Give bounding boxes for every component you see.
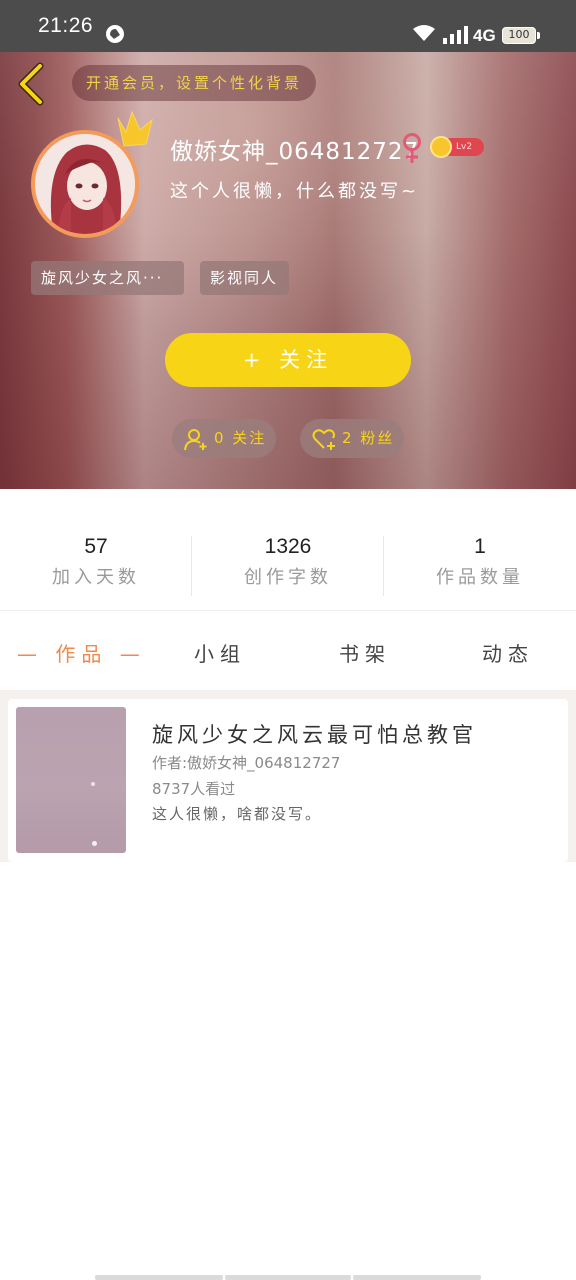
stat-value: 1 [474,535,486,558]
tag-item[interactable]: 影视同人 [200,261,289,295]
stat-label: 作品数量 [436,567,524,588]
work-cover-image[interactable] [16,707,126,853]
status-time: 21:26 [38,14,94,37]
tab-activity[interactable]: 动态 [482,638,534,667]
stat-word-count: 1326 创作字数 [192,535,384,589]
username: 傲娇女神_064812727 [170,139,420,165]
tag-item[interactable]: 旋风少女之风··· [31,261,184,295]
user-add-icon [184,429,207,451]
nav-bar-segment [353,1275,481,1280]
stat-value: 1326 [264,535,312,558]
nav-bar-segment [95,1275,223,1280]
following-button[interactable]: 0 关注 [172,419,276,458]
work-description: 这人很懒，啥都没写。 [152,805,323,823]
medal-icon [430,136,452,158]
stat-label: 创作字数 [244,567,332,588]
heart-add-icon [312,429,335,450]
tab-groups[interactable]: 小组 [194,638,246,667]
work-title[interactable]: 旋风少女之风云最可怕总教官 [152,719,477,749]
status-bar: 21:26 4G 100 [0,0,576,52]
fans-count: 2 粉丝 [342,429,395,447]
stat-works-count: 1 作品数量 [384,535,576,589]
bio-text: 这个人很懒，什么都没写~ [170,181,420,202]
work-author: 作者:傲娇女神_064812727 [152,754,341,772]
profile-tabs: — 作品 — 小组 书架 动态 [0,612,576,690]
crown-icon [117,110,153,147]
stat-label: 加入天数 [52,567,140,588]
stat-join-days: 57 加入天数 [0,535,192,589]
nav-bar-segment [225,1275,351,1280]
profile-stats: 57 加入天数 1326 创作字数 1 作品数量 [0,489,576,611]
work-views: 8737人看过 [152,780,236,798]
signal-icon [443,26,468,44]
following-count: 0 关注 [214,429,267,447]
battery-icon: 100 [502,27,540,44]
tab-bookshelf[interactable]: 书架 [339,638,391,667]
network-type: 4G [473,26,496,45]
stat-value: 57 [84,535,108,558]
globe-icon [106,25,124,43]
vip-background-banner[interactable]: 开通会员，设置个性化背景 [72,65,316,101]
back-arrow-icon[interactable] [14,62,46,106]
wifi-icon [413,25,435,41]
follow-button[interactable]: + 关注 [165,333,411,387]
female-icon [403,133,421,163]
fans-button[interactable]: 2 粉丝 [300,419,404,458]
level-badge: Lv2 [430,136,484,158]
tab-works[interactable]: — 作品 — [17,638,146,667]
